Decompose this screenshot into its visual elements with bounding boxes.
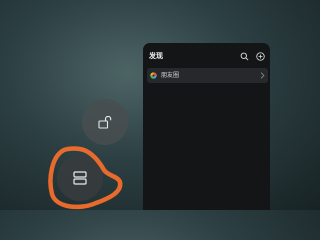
list-item-label: 朋友圈 (161, 72, 180, 79)
chevron-right-icon (260, 72, 265, 79)
discover-panel: 发现 朋友圈 (143, 43, 270, 210)
unlock-icon (98, 115, 112, 129)
split-window-button[interactable] (57, 155, 103, 201)
panel-header: 发现 (143, 43, 270, 65)
moments-icon (150, 72, 157, 79)
search-icon[interactable] (240, 52, 249, 61)
plus-circle-icon[interactable] (256, 52, 265, 61)
split-window-icon (73, 171, 87, 185)
list-item-moments[interactable]: 朋友圈 (147, 68, 268, 83)
unlock-button[interactable] (82, 99, 128, 145)
panel-title: 发现 (149, 52, 163, 60)
